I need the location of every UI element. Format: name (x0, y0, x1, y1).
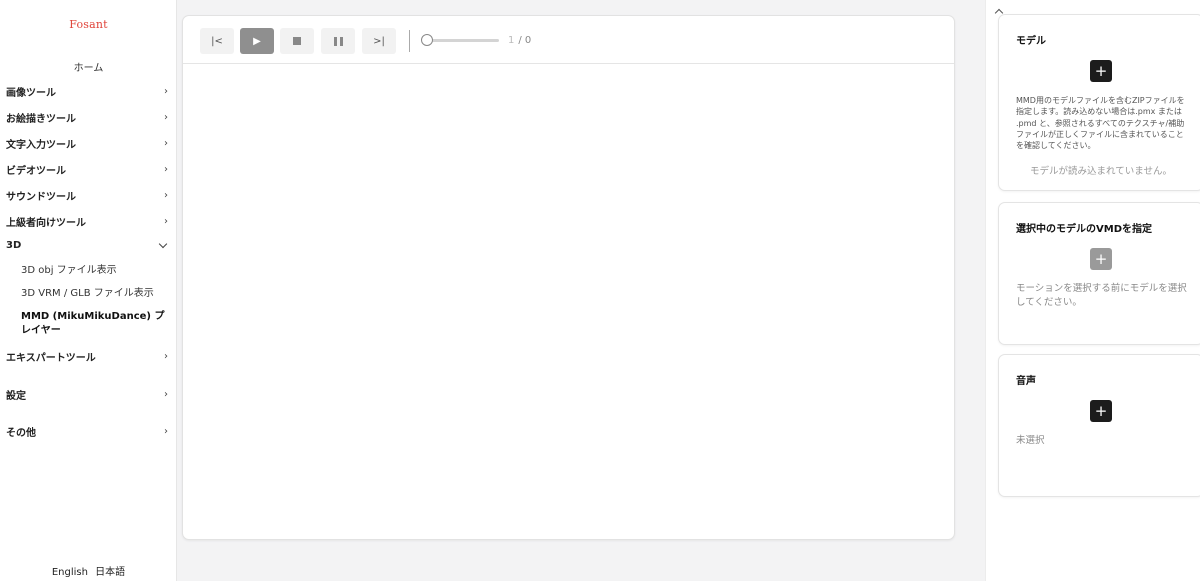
pause-icon (333, 36, 343, 46)
add-model-button[interactable]: + (1090, 60, 1112, 82)
chevron-right-icon: › (164, 164, 168, 175)
model-description: MMD用のモデルファイルを含むZIPファイルを指定します。読み込めない場合は.p… (1016, 96, 1185, 151)
chevron-right-icon: › (164, 190, 168, 201)
pause-button[interactable] (321, 28, 355, 54)
language-japanese[interactable]: 日本語 (95, 567, 125, 578)
sidebar-item-settings[interactable]: 設定 › (6, 387, 168, 402)
stop-icon (293, 37, 301, 45)
chevron-right-icon: › (164, 426, 168, 437)
language-english[interactable]: English (52, 567, 88, 578)
language-switcher: English 日本語 (0, 563, 177, 578)
sidebar-item-label: 文字入力ツール (6, 140, 76, 151)
model-card: モデル + MMD用のモデルファイルを含むZIPファイルを指定します。読み込めな… (998, 14, 1200, 191)
sidebar-subitem-3d-vrm-glb[interactable]: 3D VRM / GLB ファイル表示 (21, 287, 166, 301)
chevron-right-icon: › (164, 86, 168, 97)
model-status: モデルが読み込まれていません。 (1030, 166, 1172, 177)
sidebar-item-video-tools[interactable]: ビデオツール › (6, 162, 168, 177)
stop-button[interactable] (280, 28, 314, 54)
sidebar-home-link[interactable]: ホーム (0, 59, 177, 74)
last-frame-icon: >| (373, 35, 385, 47)
frame-slider[interactable] (421, 34, 499, 46)
model-title: モデル (1016, 36, 1046, 47)
sidebar-item-expert-tools[interactable]: エキスパートツール › (6, 349, 168, 364)
sidebar-item-3d[interactable]: 3D (6, 239, 168, 251)
sidebar-item-drawing-tools[interactable]: お絵描きツール › (6, 110, 168, 125)
sidebar-item-sound-tools[interactable]: サウンドツール › (6, 188, 168, 203)
audio-status: 未選択 (1016, 435, 1045, 446)
player-toolbar: |< ▶ >| 1/ 0 (183, 16, 954, 64)
sidebar-item-label: お絵描きツール (6, 114, 76, 125)
sidebar-item-advanced-tools[interactable]: 上級者向けツール › (6, 214, 168, 229)
audio-title: 音声 (1016, 376, 1036, 387)
chevron-right-icon: › (164, 138, 168, 149)
last-frame-button[interactable]: >| (362, 28, 396, 54)
plus-icon: + (1094, 61, 1108, 80)
motion-description: モーションを選択する前にモデルを選択してください。 (1016, 283, 1187, 308)
plus-icon: + (1094, 401, 1108, 420)
sidebar-item-label: その他 (6, 428, 36, 439)
mmd-player: |< ▶ >| 1/ 0 (182, 15, 955, 540)
chevron-down-icon (158, 239, 168, 249)
sidebar-item-label: ビデオツール (6, 166, 66, 177)
sidebar-subitem-3d-obj[interactable]: 3D obj ファイル表示 (21, 264, 166, 278)
sidebar: Fosant ホーム 画像ツール › お絵描きツール › 文字入力ツール › ビ… (0, 0, 177, 581)
sidebar-item-label: 設定 (6, 391, 26, 402)
first-frame-icon: |< (211, 35, 223, 47)
add-audio-button[interactable]: + (1090, 400, 1112, 422)
chevron-right-icon: › (164, 351, 168, 362)
chevron-right-icon: › (164, 389, 168, 400)
slider-track (425, 39, 499, 42)
motion-card: 選択中のモデルのVMDを指定 + モーションを選択する前にモデルを選択してくださ… (998, 202, 1200, 345)
fosant-logo[interactable]: Fosant (0, 18, 177, 31)
chevron-right-icon: › (164, 216, 168, 227)
player-viewport[interactable] (183, 65, 954, 539)
sidebar-item-label: 画像ツール (6, 88, 56, 99)
chevron-right-icon: › (164, 112, 168, 123)
motion-title: 選択中のモデルのVMDを指定 (1016, 224, 1152, 235)
add-motion-button[interactable]: + (1090, 248, 1112, 270)
audio-card: 音声 + 未選択 (998, 354, 1200, 497)
plus-icon: + (1094, 249, 1108, 268)
sidebar-item-text-tools[interactable]: 文字入力ツール › (6, 136, 168, 151)
right-panel: モデル + MMD用のモデルファイルを含むZIPファイルを指定します。読み込めな… (985, 0, 1200, 581)
sidebar-subitem-mmd-player[interactable]: MMD (MikuMikuDance) プレイヤー (21, 310, 166, 338)
sidebar-item-image-tools[interactable]: 画像ツール › (6, 84, 168, 99)
play-icon: ▶ (253, 35, 261, 47)
play-button[interactable]: ▶ (240, 28, 274, 54)
sidebar-item-other[interactable]: その他 › (6, 424, 168, 439)
sidebar-item-label: サウンドツール (6, 192, 76, 203)
toolbar-divider (409, 30, 410, 52)
sidebar-item-label: 上級者向けツール (6, 218, 86, 229)
frame-current: 1 (508, 35, 515, 46)
frame-total: / 0 (518, 35, 532, 46)
sidebar-item-label: エキスパートツール (6, 353, 96, 364)
slider-thumb[interactable] (421, 34, 433, 46)
sidebar-item-label: 3D (6, 240, 22, 251)
first-frame-button[interactable]: |< (200, 28, 234, 54)
frame-counter: 1/ 0 (508, 35, 531, 46)
